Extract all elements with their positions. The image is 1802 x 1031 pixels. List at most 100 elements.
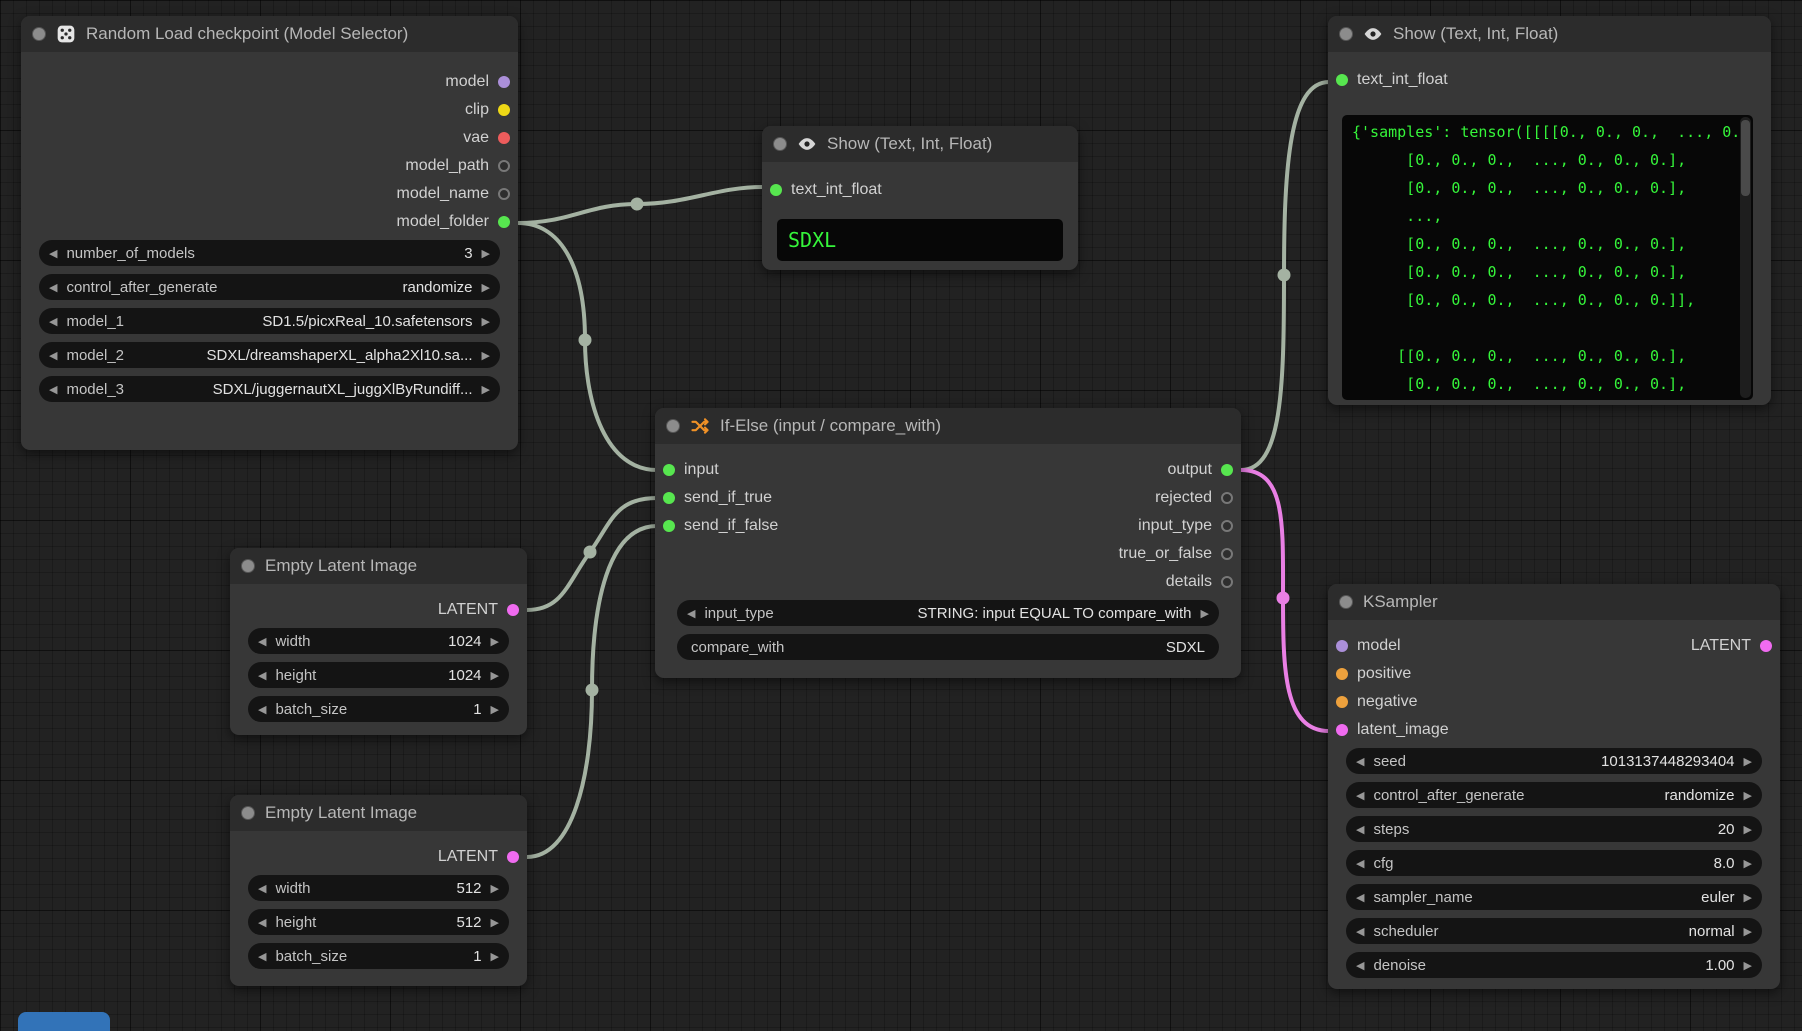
input-slot-text-int-float[interactable]: text_int_float bbox=[762, 176, 1078, 204]
node-random-load-checkpoint[interactable]: Random Load checkpoint (Model Selector) … bbox=[21, 16, 518, 450]
reroute-dot[interactable] bbox=[1278, 269, 1291, 282]
input-dot-latent-image[interactable] bbox=[1336, 724, 1348, 736]
text-output-display[interactable]: SDXL bbox=[777, 219, 1063, 261]
node-title-bar[interactable]: Empty Latent Image bbox=[230, 548, 527, 584]
decrement-arrow-icon[interactable]: ◀ bbox=[1356, 925, 1364, 938]
increment-arrow-icon[interactable]: ▶ bbox=[482, 281, 490, 294]
increment-arrow-icon[interactable]: ▶ bbox=[1744, 925, 1752, 938]
decrement-arrow-icon[interactable]: ◀ bbox=[258, 950, 266, 963]
output-dot-model-path[interactable] bbox=[498, 160, 510, 172]
output-slot-clip[interactable]: clip bbox=[21, 96, 518, 124]
increment-arrow-icon[interactable]: ▶ bbox=[482, 315, 490, 328]
increment-arrow-icon[interactable]: ▶ bbox=[491, 635, 499, 648]
increment-arrow-icon[interactable]: ▶ bbox=[491, 669, 499, 682]
increment-arrow-icon[interactable]: ▶ bbox=[491, 882, 499, 895]
increment-arrow-icon[interactable]: ▶ bbox=[1744, 891, 1752, 904]
output-dot-output[interactable] bbox=[1221, 464, 1233, 476]
widget-denoise[interactable]: ◀ denoise 1.00 ▶ bbox=[1346, 952, 1762, 978]
collapse-dot[interactable] bbox=[666, 419, 680, 433]
input-slot-positive[interactable]: positive bbox=[1328, 660, 1449, 688]
widget-batch-size[interactable]: ◀ batch_size 1 ▶ bbox=[248, 696, 509, 722]
output-slot-latent[interactable]: LATENT bbox=[230, 843, 527, 871]
increment-arrow-icon[interactable]: ▶ bbox=[491, 916, 499, 929]
increment-arrow-icon[interactable]: ▶ bbox=[482, 383, 490, 396]
output-slot-model-name[interactable]: model_name bbox=[21, 180, 518, 208]
decrement-arrow-icon[interactable]: ◀ bbox=[258, 916, 266, 929]
input-dot-model[interactable] bbox=[1336, 640, 1348, 652]
input-slot-model[interactable]: model bbox=[1328, 632, 1449, 660]
widget-scheduler[interactable]: ◀ scheduler normal ▶ bbox=[1346, 918, 1762, 944]
output-dot-vae[interactable] bbox=[498, 132, 510, 144]
decrement-arrow-icon[interactable]: ◀ bbox=[258, 669, 266, 682]
widget-model-2[interactable]: ◀ model_2 SDXL/dreamshaperXL_alpha2Xl10.… bbox=[39, 342, 500, 368]
increment-arrow-icon[interactable]: ▶ bbox=[1201, 607, 1209, 620]
input-dot-text-int-float[interactable] bbox=[1336, 74, 1348, 86]
output-dot-latent[interactable] bbox=[507, 851, 519, 863]
output-slot-details[interactable]: details bbox=[1119, 568, 1241, 596]
decrement-arrow-icon[interactable]: ◀ bbox=[687, 607, 695, 620]
node-title-bar[interactable]: Random Load checkpoint (Model Selector) bbox=[21, 16, 518, 52]
node-if-else[interactable]: If-Else (input / compare_with) input sen… bbox=[655, 408, 1241, 678]
increment-arrow-icon[interactable]: ▶ bbox=[482, 349, 490, 362]
widget-compare-with[interactable]: compare_with SDXL bbox=[677, 634, 1219, 660]
input-dot-input[interactable] bbox=[663, 464, 675, 476]
input-slot-negative[interactable]: negative bbox=[1328, 688, 1449, 716]
partial-node-offscreen[interactable] bbox=[18, 1012, 110, 1031]
input-slot-send-if-true[interactable]: send_if_true bbox=[655, 484, 778, 512]
output-dot-latent[interactable] bbox=[1760, 640, 1772, 652]
widget-control-after-generate[interactable]: ◀ control_after_generate randomize ▶ bbox=[39, 274, 500, 300]
decrement-arrow-icon[interactable]: ◀ bbox=[1356, 857, 1364, 870]
node-empty-latent-512[interactable]: Empty Latent Image LATENT ◀ width 512 ▶ … bbox=[230, 795, 527, 986]
output-slot-true-or-false[interactable]: true_or_false bbox=[1119, 540, 1241, 568]
output-dot-model-name[interactable] bbox=[498, 188, 510, 200]
widget-cfg[interactable]: ◀ cfg 8.0 ▶ bbox=[1346, 850, 1762, 876]
widget-model-1[interactable]: ◀ model_1 SD1.5/picxReal_10.safetensors … bbox=[39, 308, 500, 334]
input-dot-positive[interactable] bbox=[1336, 668, 1348, 680]
output-dot-model-folder[interactable] bbox=[498, 216, 510, 228]
node-empty-latent-1024[interactable]: Empty Latent Image LATENT ◀ width 1024 ▶… bbox=[230, 548, 527, 735]
node-title-bar[interactable]: Empty Latent Image bbox=[230, 795, 527, 831]
input-dot-send-if-false[interactable] bbox=[663, 520, 675, 532]
node-title-bar[interactable]: If-Else (input / compare_with) bbox=[655, 408, 1241, 444]
collapse-dot[interactable] bbox=[773, 137, 787, 151]
input-dot-send-if-true[interactable] bbox=[663, 492, 675, 504]
reroute-dot[interactable] bbox=[631, 198, 644, 211]
increment-arrow-icon[interactable]: ▶ bbox=[1744, 857, 1752, 870]
decrement-arrow-icon[interactable]: ◀ bbox=[1356, 823, 1364, 836]
increment-arrow-icon[interactable]: ▶ bbox=[1744, 823, 1752, 836]
input-slot-latent-image[interactable]: latent_image bbox=[1328, 716, 1449, 744]
input-dot-text-int-float[interactable] bbox=[770, 184, 782, 196]
widget-number-of-models[interactable]: ◀ number_of_models 3 ▶ bbox=[39, 240, 500, 266]
collapse-dot[interactable] bbox=[241, 559, 255, 573]
node-title-bar[interactable]: KSampler bbox=[1328, 584, 1780, 620]
decrement-arrow-icon[interactable]: ◀ bbox=[49, 281, 57, 294]
node-ksampler[interactable]: KSampler model positive negative lat bbox=[1328, 584, 1780, 989]
decrement-arrow-icon[interactable]: ◀ bbox=[1356, 789, 1364, 802]
decrement-arrow-icon[interactable]: ◀ bbox=[1356, 959, 1364, 972]
increment-arrow-icon[interactable]: ▶ bbox=[491, 703, 499, 716]
node-graph-canvas[interactable]: Random Load checkpoint (Model Selector) … bbox=[0, 0, 1802, 1031]
output-slot-output[interactable]: output bbox=[1119, 456, 1241, 484]
output-dot-clip[interactable] bbox=[498, 104, 510, 116]
widget-width[interactable]: ◀ width 512 ▶ bbox=[248, 875, 509, 901]
increment-arrow-icon[interactable]: ▶ bbox=[1744, 755, 1752, 768]
widget-batch-size[interactable]: ◀ batch_size 1 ▶ bbox=[248, 943, 509, 969]
widget-height[interactable]: ◀ height 1024 ▶ bbox=[248, 662, 509, 688]
decrement-arrow-icon[interactable]: ◀ bbox=[1356, 891, 1364, 904]
collapse-dot[interactable] bbox=[1339, 27, 1353, 41]
text-output-display[interactable]: {'samples': tensor([[[[0., 0., 0., ..., … bbox=[1342, 115, 1753, 400]
output-dot-input-type[interactable] bbox=[1221, 520, 1233, 532]
scrollbar-track[interactable] bbox=[1740, 117, 1751, 398]
reroute-dot[interactable] bbox=[579, 334, 592, 347]
node-title-bar[interactable]: Show (Text, Int, Float) bbox=[1328, 16, 1771, 52]
output-dot-model[interactable] bbox=[498, 76, 510, 88]
output-dot-rejected[interactable] bbox=[1221, 492, 1233, 504]
increment-arrow-icon[interactable]: ▶ bbox=[1744, 959, 1752, 972]
widget-steps[interactable]: ◀ steps 20 ▶ bbox=[1346, 816, 1762, 842]
output-dot-true-or-false[interactable] bbox=[1221, 548, 1233, 560]
output-slot-input-type[interactable]: input_type bbox=[1119, 512, 1241, 540]
collapse-dot[interactable] bbox=[32, 27, 46, 41]
reroute-dot[interactable] bbox=[584, 546, 597, 559]
decrement-arrow-icon[interactable]: ◀ bbox=[258, 635, 266, 648]
output-slot-vae[interactable]: vae bbox=[21, 124, 518, 152]
